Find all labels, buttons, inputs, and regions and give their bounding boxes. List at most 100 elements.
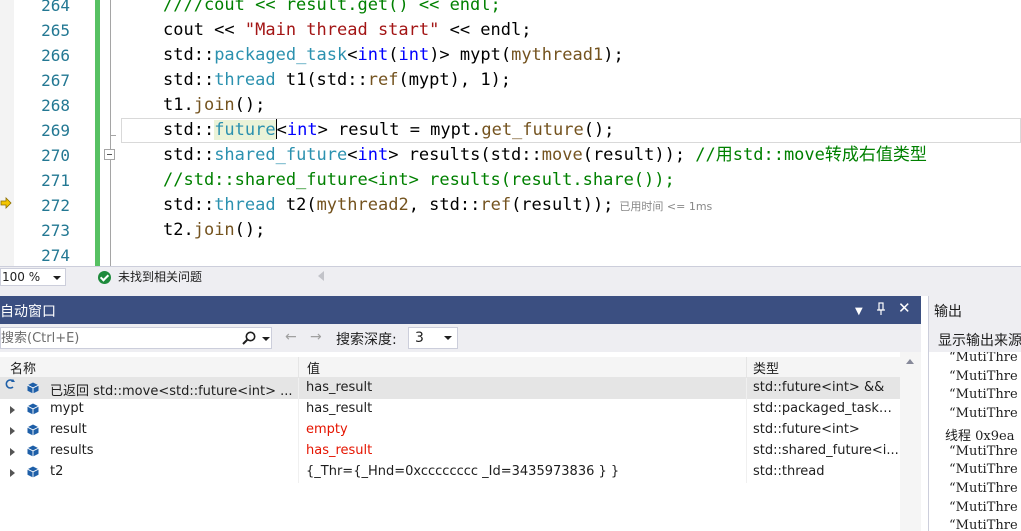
code-editor[interactable]: 264 265 266 267 268 269 270 271 272 273 274 ////co… bbox=[0, 0, 1021, 266]
code-line[interactable]: std::future<int> result = mypt.get_futur… bbox=[163, 118, 614, 143]
code-token: (); bbox=[583, 120, 615, 140]
output-title-bar[interactable]: 输出 bbox=[929, 296, 1021, 324]
outline-tick bbox=[110, 135, 116, 136]
column-divider[interactable] bbox=[298, 357, 299, 377]
column-divider[interactable] bbox=[746, 357, 747, 377]
search-icon[interactable] bbox=[241, 330, 257, 346]
variable-value[interactable]: has_result bbox=[306, 401, 746, 416]
variable-cube-icon bbox=[27, 466, 39, 478]
issues-status[interactable]: 未找到相关问题 bbox=[118, 269, 202, 285]
variable-value[interactable]: has_result bbox=[306, 380, 746, 395]
expand-arrow-icon[interactable] bbox=[10, 427, 15, 435]
variable-name: result bbox=[50, 422, 87, 437]
cell-divider bbox=[298, 462, 299, 483]
tool-window-splitter[interactable] bbox=[0, 288, 1021, 296]
variable-row[interactable]: t2 {_Thr={_Hnd=0xcccccccc _Id=3435973836 … bbox=[0, 462, 900, 483]
variable-row[interactable]: 已返回 std::move<std::future<int> ... has_re… bbox=[0, 378, 900, 399]
variable-row[interactable]: mypt has_result std::packaged_task<... bbox=[0, 399, 900, 420]
scroll-up-icon[interactable] bbox=[906, 359, 914, 364]
variable-row[interactable]: results has_result std::shared_future<i... bbox=[0, 441, 900, 462]
vertical-scrollbar[interactable] bbox=[900, 352, 921, 531]
zoom-level: 100 % bbox=[2, 270, 41, 284]
collapse-toggle-icon[interactable] bbox=[104, 149, 115, 160]
autos-grid: 名称 值 类型 已返回 std::move<std::future<int> .… bbox=[0, 352, 921, 531]
cell-divider bbox=[746, 441, 747, 462]
code-token: //用std::move转成右值类型 bbox=[695, 145, 927, 165]
cell-divider bbox=[298, 378, 299, 399]
code-token: future bbox=[214, 120, 276, 140]
variable-value[interactable]: empty bbox=[306, 422, 746, 437]
change-tracking-bar bbox=[95, 0, 100, 266]
search-depth-dropdown[interactable]: 3 bbox=[408, 327, 458, 349]
outline-guide bbox=[110, 0, 111, 266]
search-box[interactable] bbox=[0, 327, 272, 349]
code-line[interactable]: std::thread t2(mythread2, std::ref(resul… bbox=[163, 193, 712, 218]
cell-divider bbox=[298, 399, 299, 420]
code-line[interactable]: std::thread t1(std::ref(mypt), 1); bbox=[163, 68, 511, 93]
code-token: (); bbox=[234, 220, 266, 240]
code-line[interactable]: t1.join(); bbox=[163, 93, 265, 118]
code-token: > results(std:: bbox=[388, 145, 542, 165]
expand-arrow-icon[interactable] bbox=[10, 406, 15, 414]
variable-value[interactable]: {_Thr={_Hnd=0xcccccccc _Id=3435973836 } … bbox=[306, 464, 746, 479]
variable-type: std::future<int> bbox=[753, 422, 860, 437]
output-line: “MutiThre bbox=[949, 499, 1018, 515]
close-icon[interactable]: ✕ bbox=[898, 300, 911, 316]
variable-value[interactable]: has_result bbox=[306, 443, 746, 458]
search-input[interactable] bbox=[1, 329, 229, 347]
cell-divider bbox=[298, 420, 299, 441]
code-line[interactable]: ////cout << result.get() << endl; bbox=[163, 0, 501, 18]
output-line: 线程 0x9ea bbox=[945, 428, 1015, 444]
variable-type: std::thread bbox=[753, 464, 825, 479]
code-token: int bbox=[357, 45, 389, 65]
code-token: > result = mypt. bbox=[317, 120, 482, 140]
window-menu-icon[interactable]: ▼ bbox=[855, 304, 863, 320]
expand-arrow-icon[interactable] bbox=[10, 469, 15, 477]
code-token: int bbox=[286, 120, 318, 140]
code-token: move bbox=[541, 145, 583, 165]
scroll-left-icon[interactable] bbox=[318, 271, 324, 281]
code-token: < bbox=[276, 120, 287, 140]
check-circle-icon bbox=[98, 271, 111, 284]
output-line: “MutiThre bbox=[949, 462, 1018, 478]
code-token: shared_future bbox=[214, 145, 348, 165]
code-token: int bbox=[398, 45, 430, 65]
code-token: t2. bbox=[163, 220, 194, 240]
search-back-arrow-icon[interactable]: ← bbox=[285, 330, 297, 344]
zoom-dropdown[interactable]: 100 % bbox=[0, 268, 66, 286]
pin-icon[interactable] bbox=[876, 302, 886, 321]
code-line[interactable]: std::packaged_task<int(int)> mypt(mythre… bbox=[163, 43, 624, 68]
output-line: “MutiThre bbox=[949, 368, 1018, 384]
code-line[interactable]: //std::shared_future<int> results(result… bbox=[163, 168, 675, 193]
code-token: )> mypt( bbox=[429, 45, 512, 65]
output-source-label: 显示输出来源 bbox=[938, 333, 1021, 349]
line-number: 267 bbox=[41, 71, 70, 90]
column-header-value[interactable]: 值 bbox=[307, 358, 320, 377]
code-token: ); bbox=[603, 45, 624, 65]
column-header-type[interactable]: 类型 bbox=[753, 358, 779, 377]
line-number: 265 bbox=[41, 21, 70, 40]
code-token: (result)); bbox=[511, 195, 614, 215]
output-line: “MutiThre bbox=[949, 480, 1018, 496]
code-token: std:: bbox=[163, 195, 215, 215]
variable-name: mypt bbox=[50, 401, 84, 416]
code-line[interactable]: std::shared_future<int> results(std::mov… bbox=[163, 143, 927, 168]
grid-header: 名称 值 类型 bbox=[0, 357, 900, 378]
autos-title-bar[interactable]: 自动窗口 ▼ ✕ bbox=[0, 296, 921, 324]
expand-arrow-icon[interactable] bbox=[10, 448, 15, 456]
output-line: “MutiThre bbox=[949, 387, 1018, 403]
variable-type: std::future<int> && bbox=[753, 380, 885, 395]
chevron-down-icon[interactable] bbox=[262, 337, 270, 341]
variable-type: std::packaged_task<... bbox=[753, 401, 899, 416]
code-token: t1(std:: bbox=[275, 70, 368, 90]
code-token: //std::shared_future<int> results(result… bbox=[163, 170, 675, 190]
code-line[interactable]: cout << "Main thread start" << endl; bbox=[163, 18, 531, 43]
variable-row[interactable]: result empty std::future<int> bbox=[0, 420, 900, 441]
perf-tip[interactable]: 已用时间 <= 1ms bbox=[619, 200, 712, 213]
indicator-margin[interactable] bbox=[0, 0, 14, 266]
search-forward-arrow-icon[interactable]: → bbox=[310, 330, 322, 344]
output-text[interactable]: “MutiThre “MutiThre “MutiThre “MutiThre 线程 0… bbox=[929, 352, 1021, 531]
code-line[interactable]: t2.join(); bbox=[163, 218, 265, 243]
column-header-name[interactable]: 名称 bbox=[10, 358, 36, 377]
code-token: ref bbox=[480, 195, 512, 215]
